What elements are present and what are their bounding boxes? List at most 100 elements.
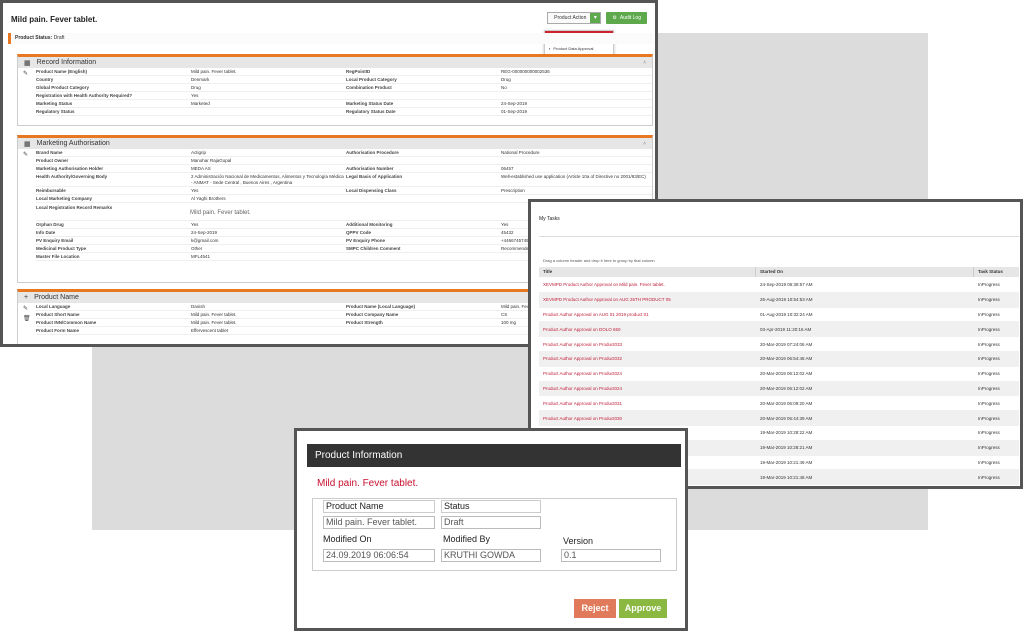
approve-button[interactable]: Approve — [619, 599, 667, 618]
remarks-label: Local Registration Record Remarks — [36, 205, 113, 210]
task-title-link[interactable]: XEVMPD Product Author Approval on Mild p… — [539, 282, 756, 287]
task-status: InProgress — [978, 356, 1000, 362]
field-label: Marketing Status Date — [346, 101, 394, 106]
section-header[interactable]: ▦ Marketing Authorisation ˄ — [18, 138, 652, 149]
task-title-link[interactable]: Product Author Approval on Product033 — [539, 342, 756, 347]
task-status: InProgress — [978, 445, 1000, 451]
field-value — [191, 108, 346, 115]
task-title-link[interactable]: Product Author Approval on Product031 — [539, 401, 756, 406]
task-title-link[interactable]: XEVMPD Product Author Approval on AUG 26… — [539, 297, 756, 302]
product-action-label: Product Action — [554, 15, 587, 21]
product-title: Mild pain. Fever tablet. — [317, 478, 419, 489]
field-label: Marketing Authorisation Holder — [36, 166, 104, 171]
field-label: QPPV Code — [346, 230, 372, 235]
field-label: Brand Name — [36, 150, 63, 155]
menu-item-label: Product Data Approval — [553, 46, 594, 51]
field-value: MEDA AS — [191, 166, 211, 171]
field-label — [346, 92, 501, 99]
task-title-link[interactable]: Product Author Approval on Product024 — [539, 371, 756, 376]
column-task-status[interactable]: Task Status — [974, 267, 1019, 277]
task-status: InProgress — [978, 415, 1000, 421]
task-started-on: 19-Mar-2019 10:21:48 AM — [760, 474, 813, 480]
field-label: Orphan Drug — [36, 222, 64, 227]
dialog-header: Product Information — [307, 444, 681, 467]
field-label — [346, 327, 501, 334]
status-value: Draft — [53, 35, 65, 41]
task-started-on: 26-Aug-2019 10:54:53 AM — [760, 297, 813, 303]
product-action-button[interactable]: Product Action ▾ — [547, 12, 602, 24]
field-value: REG-000000000002536 — [501, 69, 550, 74]
task-row[interactable]: Product Author Approval on DOLO 650 03-Ap… — [539, 322, 1019, 338]
task-title-link[interactable]: Product Author Approval on DOLO 650 — [539, 327, 756, 332]
modified-on-label: Modified On — [323, 534, 372, 544]
field-value: Mild pain. Fever tablet. — [191, 69, 237, 74]
task-row[interactable]: Product Author Approval on Product032 20-… — [539, 351, 1019, 367]
task-title-link[interactable]: Product Author Approval on Product032 — [539, 356, 756, 361]
field-row: Marketing Authorisation Holder MEDA AS Aut… — [36, 165, 652, 173]
field-row: Reimbursable Yes Local Dispensing Class Pre… — [36, 187, 652, 195]
add-icon[interactable]: + — [24, 294, 28, 301]
field-label: Registration with Health Authority Requi… — [36, 93, 133, 98]
edit-icon[interactable]: ✎ — [23, 305, 28, 312]
task-started-on: 01-Aug-2019 10:32:24 AM — [760, 311, 813, 317]
task-started-on: 20-Mar-2019 06:12:02 AM — [760, 371, 813, 377]
task-started-on: 19-Mar-2019 10:21:49 AM — [760, 459, 813, 465]
task-row[interactable]: Product Author Approval on Product024 20-… — [539, 367, 1019, 382]
task-row[interactable]: XEVMPD Product Author Approval on AUG 26… — [539, 292, 1019, 308]
task-status: InProgress — [978, 459, 1000, 465]
trash-icon[interactable]: 🗑 — [23, 315, 31, 322]
field-value: No — [501, 85, 507, 90]
field-value: Yes — [191, 188, 199, 193]
task-title-link[interactable]: Product Author Approval on Product030 — [539, 416, 756, 421]
section-record-information: ▦ Record Information ˄ ✎ Product Name (E… — [17, 54, 653, 126]
product-name-field: Mild pain. Fever tablet. — [323, 516, 435, 529]
field-label: Product Name (Local Language) — [346, 304, 416, 309]
task-status: InProgress — [978, 385, 1000, 391]
page-title: Mild pain. Fever tablet. — [11, 15, 98, 24]
task-status: InProgress — [978, 297, 1000, 303]
column-title[interactable]: Title — [539, 267, 756, 277]
version-label: Version — [563, 536, 594, 546]
grid-icon: ▦ — [24, 59, 31, 67]
field-value: Danish — [191, 304, 206, 309]
field-value: Well-established use application (Articl… — [501, 174, 646, 179]
tasks-title: My Tasks — [539, 216, 560, 222]
caret-down-icon[interactable]: ▾ — [590, 13, 601, 23]
task-row[interactable]: Product Author Approval on Product030 20-… — [539, 411, 1019, 426]
action-bar: Product Action ▾ ⚙ Audit Log — [547, 12, 647, 24]
task-row[interactable]: Product Author Approval on Product033 20-… — [539, 337, 1019, 352]
field-value: Drug — [191, 85, 201, 90]
field-value: Actigrip — [191, 150, 207, 155]
task-title-link[interactable]: Product Author Approval on Product024 — [539, 386, 756, 391]
field-row: Brand Name Actigrip Authorisation Procedur… — [36, 149, 652, 157]
task-status: InProgress — [978, 341, 1000, 347]
task-row[interactable]: XEVMPD Product Author Approval on Mild p… — [539, 278, 1019, 293]
field-value: Other — [191, 246, 203, 251]
group-by-area[interactable]: Drag a column header and drop it here to… — [539, 236, 1019, 268]
field-label: PV Enquiry Email — [36, 238, 74, 243]
field-label: Regulatory Status Date — [346, 109, 396, 114]
field-value: Mild pain. Fever tablet. — [191, 320, 237, 325]
task-row[interactable]: Product Author Approval on Product024 20-… — [539, 381, 1019, 397]
edit-icon[interactable]: ✎ — [23, 70, 28, 77]
task-row[interactable]: Product Author Approval on Product031 20-… — [539, 396, 1019, 412]
field-value: Manohar RajaGopal — [191, 158, 232, 163]
task-title-link[interactable]: Product Author Approval on AUG 01 2019 p… — [539, 312, 756, 317]
field-label: Product Name (English) — [36, 69, 88, 74]
collapse-icon[interactable]: ˄ — [643, 141, 646, 147]
task-row[interactable]: Product Author Approval on AUG 01 2019 p… — [539, 308, 1019, 323]
task-status: InProgress — [978, 400, 1000, 406]
audit-log-button[interactable]: ⚙ Audit Log — [606, 12, 647, 24]
status-field: Draft — [441, 516, 541, 529]
product-status-bar: Product Status: Draft — [8, 33, 653, 44]
section-header[interactable]: ▦ Record Information ˄ — [18, 57, 652, 68]
edit-icon[interactable]: ✎ — [23, 151, 28, 158]
reject-button[interactable]: Reject — [574, 599, 616, 618]
field-label: Global Product Category — [36, 85, 90, 90]
task-status: InProgress — [978, 311, 1000, 317]
collapse-icon[interactable]: ˄ — [643, 60, 646, 66]
task-started-on: 20-Mar-2019 06:09:20 AM — [760, 400, 813, 406]
column-started-on[interactable]: Started On — [756, 267, 974, 277]
task-started-on: 20-Mar-2019 06:12:02 AM — [760, 385, 813, 391]
field-label: Health Authority/Governing Body — [36, 174, 108, 179]
